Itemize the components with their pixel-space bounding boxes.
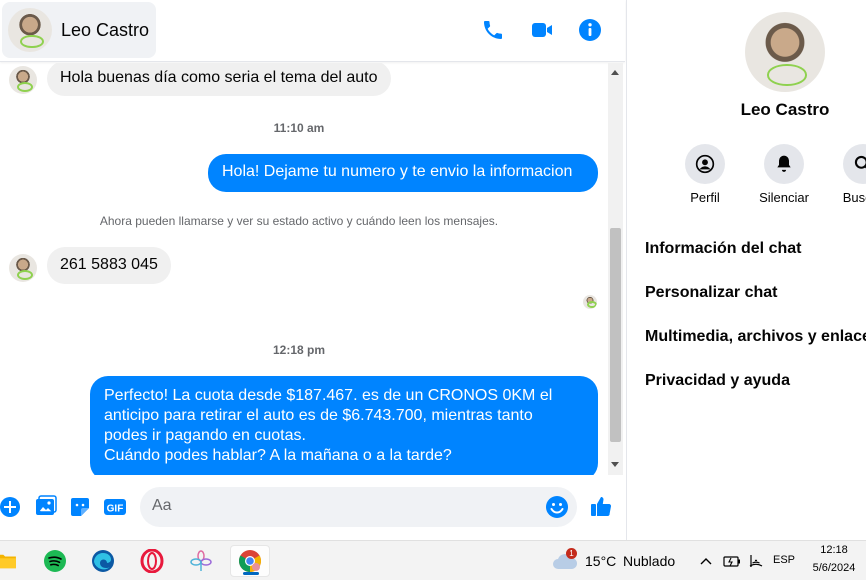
profile-avatar (745, 12, 825, 92)
contact-chip[interactable]: Leo Castro (2, 2, 156, 58)
profile-label: Perfil (690, 190, 720, 205)
plus-icon[interactable] (0, 495, 22, 519)
search-icon (854, 155, 866, 169)
chat-info-panel: Leo Castro Perfil Silenciar Bus Informac… (626, 0, 866, 540)
profile-name: Leo Castro (740, 100, 830, 119)
gif-icon[interactable]: GIF (103, 495, 127, 519)
edge-icon (92, 550, 114, 572)
chrome-app[interactable] (230, 545, 270, 577)
like-icon[interactable] (589, 494, 613, 518)
video-icon[interactable] (530, 18, 554, 42)
search-label: Buscar (842, 190, 866, 205)
message-line: anticipo para retirar el auto es de $6.7… (104, 407, 533, 424)
bell-icon (777, 155, 791, 172)
mute-action[interactable]: Silenciar (744, 144, 824, 205)
incoming-message[interactable]: Hola buenas día como seria el tema del a… (47, 63, 391, 96)
folder-icon (0, 554, 16, 569)
emoji-icon[interactable] (545, 495, 569, 519)
wifi-icon[interactable] (748, 553, 764, 569)
profile-icon (695, 154, 715, 174)
message-line: podes ir pagando en cuotas. (104, 427, 306, 444)
clock-date[interactable]: 5/6/2024 (806, 562, 862, 574)
language-indicator[interactable]: ESP (773, 554, 795, 566)
menu-media-files[interactable]: Multimedia, archivos y enlaces (645, 328, 866, 346)
chat-header: Leo Castro (0, 0, 625, 62)
message-input-box[interactable] (140, 487, 577, 527)
flower-app-icon (190, 550, 212, 571)
sender-avatar (9, 66, 37, 94)
info-icon[interactable] (578, 18, 602, 42)
chrome-icon (239, 550, 261, 572)
menu-chat-info[interactable]: Información del chat (645, 240, 801, 258)
spotify-app[interactable] (35, 545, 75, 577)
outgoing-message[interactable]: Perfecto! La cuota desde $187.467. es de… (90, 376, 598, 475)
message-input[interactable] (152, 497, 532, 515)
timestamp: 12:18 pm (272, 343, 326, 357)
screen: Leo Castro Hola buenas día como seria el… (0, 0, 866, 580)
contact-name: Leo Castro (61, 19, 150, 40)
sticker-icon[interactable] (68, 495, 92, 519)
seen-avatar (583, 295, 597, 309)
svg-text:GIF: GIF (107, 504, 124, 515)
mute-label: Silenciar (759, 190, 809, 205)
weather-badge: 1 (566, 548, 577, 559)
message-list: Hola buenas día como seria el tema del a… (0, 63, 608, 475)
menu-customize-chat[interactable]: Personalizar chat (645, 284, 778, 302)
app-flower[interactable] (181, 545, 221, 577)
scroll-down-arrow[interactable] (611, 462, 619, 467)
gallery-icon[interactable] (34, 495, 58, 519)
message-line: Cuándo podes hablar? A la mañana o a la … (104, 447, 452, 464)
profile-action[interactable]: Perfil (665, 144, 745, 205)
opera-app[interactable] (132, 545, 172, 577)
search-action[interactable]: Buscar (823, 144, 866, 205)
sender-avatar (9, 254, 37, 282)
battery-icon[interactable] (723, 553, 741, 569)
composer: GIF (0, 484, 625, 532)
clock-time[interactable]: 12:18 (806, 544, 862, 556)
incoming-message[interactable]: 261 5883 045 (47, 247, 171, 284)
chat-panel: Leo Castro Hola buenas día como seria el… (0, 0, 625, 540)
opera-icon (140, 549, 164, 573)
menu-privacy-help[interactable]: Privacidad y ayuda (645, 372, 790, 390)
message-scrollbar[interactable] (608, 63, 623, 475)
file-explorer-app[interactable] (0, 545, 26, 577)
phone-icon[interactable] (481, 18, 505, 42)
taskbar: 1 15°C Nublado ESP 12:18 5/6/2024 (0, 540, 866, 580)
scroll-up-arrow[interactable] (611, 70, 619, 75)
contact-avatar (8, 8, 52, 52)
chevron-up-icon[interactable] (699, 554, 713, 568)
system-note: Ahora pueden llamarse y ver su estado ac… (99, 214, 499, 228)
edge-app[interactable] (83, 545, 123, 577)
outgoing-message[interactable]: Hola! Dejame tu numero y te envio la inf… (208, 154, 598, 192)
spotify-icon (44, 550, 66, 572)
temperature[interactable]: 15°C (585, 553, 616, 569)
weather-text[interactable]: Nublado (623, 553, 675, 569)
message-line: Perfecto! La cuota desde $187.467. es de… (104, 387, 553, 404)
scroll-thumb[interactable] (610, 228, 621, 442)
timestamp: 11:10 am (273, 121, 325, 135)
